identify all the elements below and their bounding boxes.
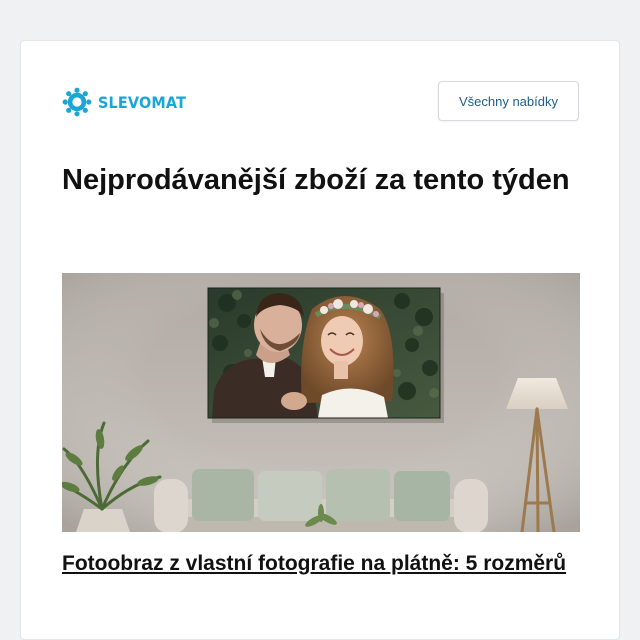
all-offers-button[interactable]: Všechny nabídky [438,81,579,121]
product-title-link[interactable]: Fotoobraz z vlastní fotografie na plátně… [62,550,582,577]
brand-name: SLEVOMAT [98,92,187,112]
page-title: Nejprodávanější zboží za tento týden [62,164,570,196]
canvas-print-photo [207,287,441,419]
product-image[interactable] [62,273,580,532]
slevomat-logo[interactable]: SLEVOMAT [62,87,196,117]
sofa [154,469,488,532]
email-card: SLEVOMAT Všechny nabídky Nejprodávanější… [20,40,620,640]
gear-cog-icon [62,87,92,117]
